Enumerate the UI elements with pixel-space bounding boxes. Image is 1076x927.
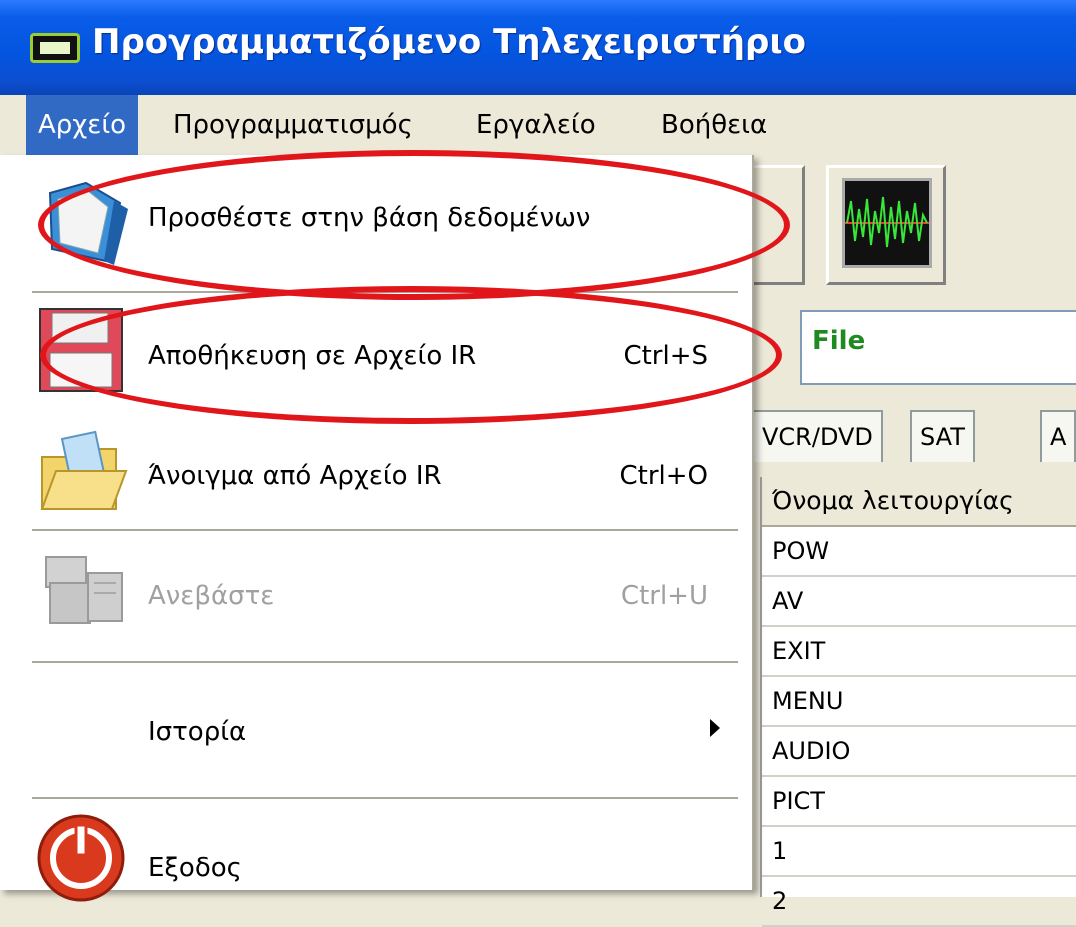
menu-separator — [32, 797, 738, 799]
window-title: Προγραμματιζόμενο Τηλεχειριστήριο — [92, 22, 806, 62]
tab-sat[interactable]: SAT — [910, 410, 975, 462]
save-disk-icon — [39, 308, 123, 392]
menu-item-label: Εξοδος — [148, 853, 242, 883]
menu-item-label: Αποθήκευση σε Αρχείο IR — [148, 341, 477, 371]
menu-separator — [32, 529, 738, 531]
menu-item-upload[interactable]: Ανεβάστε Ctrl+U — [0, 533, 752, 659]
menu-item-shortcut: Ctrl+S — [623, 341, 708, 371]
table-row[interactable]: 2 — [762, 877, 1076, 927]
upload-icon — [45, 556, 123, 624]
menu-programming[interactable]: Προγραμματισμός — [173, 95, 413, 155]
app-icon — [30, 33, 80, 63]
table-row[interactable]: POW — [762, 527, 1076, 577]
menu-separator — [32, 291, 738, 293]
table-header-function-name[interactable]: Όνομα λειτουργίας — [762, 477, 1076, 527]
menu-item-open-ir-file[interactable]: Άνοιγμα από Αρχείο IR Ctrl+O — [0, 417, 752, 527]
menu-item-add-to-database[interactable]: Προσθέστε στην βάση δεδομένων — [0, 155, 752, 285]
menu-item-label: Ιστορία — [148, 717, 247, 747]
folder-icon — [48, 181, 128, 265]
waveform-icon — [842, 178, 932, 268]
tab-a[interactable]: A — [1040, 410, 1076, 462]
file-field-label: File — [812, 326, 866, 356]
table-row[interactable]: MENU — [762, 677, 1076, 727]
menu-item-save-ir-file[interactable]: Αποθήκευση σε Αρχείο IR Ctrl+S — [0, 297, 752, 417]
menu-item-shortcut: Ctrl+U — [620, 581, 708, 611]
menu-help[interactable]: Βοήθεια — [661, 95, 767, 155]
table-row[interactable]: PICT — [762, 777, 1076, 827]
menu-bar: Αρχείο Προγραμματισμός Εργαλείο Βοήθεια — [0, 95, 1076, 155]
menu-item-label: Προσθέστε στην βάση δεδομένων — [148, 203, 591, 233]
open-folder-icon — [40, 430, 128, 510]
menu-item-shortcut: Ctrl+O — [619, 461, 708, 491]
table-row[interactable]: AUDIO — [762, 727, 1076, 777]
table-row[interactable]: AV — [762, 577, 1076, 627]
tab-vcr-dvd[interactable]: VCR/DVD — [752, 410, 883, 462]
file-dropdown-menu: Προσθέστε στην βάση δεδομένων Αποθήκευση… — [0, 155, 754, 902]
menu-item-history[interactable]: Ιστορία — [0, 665, 752, 795]
menu-item-label: Άνοιγμα από Αρχείο IR — [148, 461, 442, 491]
menu-separator — [32, 661, 738, 663]
menu-tools[interactable]: Εργαλείο — [476, 95, 596, 155]
function-table: Όνομα λειτουργίας POW AV EXIT MENU AUDIO… — [760, 477, 1076, 927]
menu-item-label: Ανεβάστε — [148, 581, 275, 611]
submenu-arrow-icon — [710, 719, 720, 737]
table-row[interactable]: EXIT — [762, 627, 1076, 677]
menu-file[interactable]: Αρχείο — [26, 95, 139, 155]
title-bar: Προγραμματιζόμενο Τηλεχειριστήριο — [0, 0, 1076, 95]
file-field[interactable]: File — [800, 310, 1076, 385]
table-row[interactable]: 1 — [762, 827, 1076, 877]
menu-item-exit[interactable]: Εξοδος — [0, 803, 752, 902]
